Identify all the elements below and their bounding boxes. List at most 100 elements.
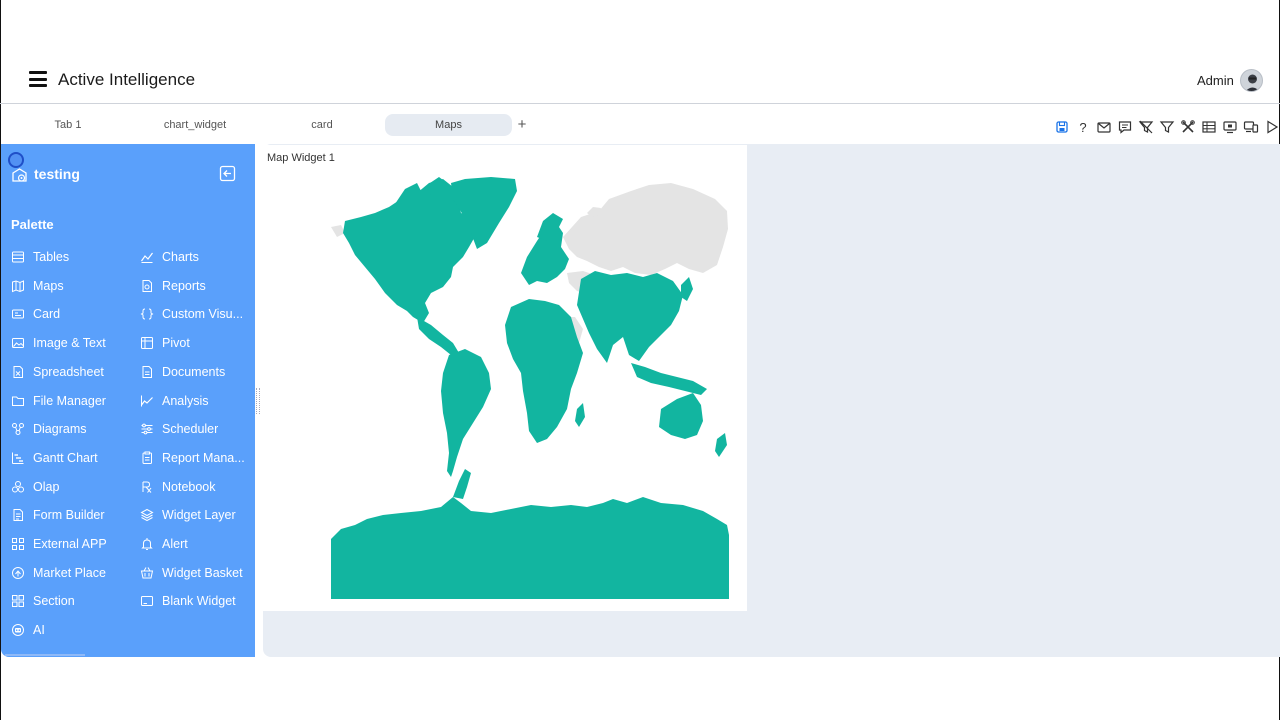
palette-item-label: Blank Widget: [162, 594, 236, 609]
spreadsheet-icon: [11, 365, 25, 379]
palette-item-label: Maps: [33, 278, 64, 293]
palette-item-tables[interactable]: Tables: [11, 247, 135, 267]
map-region-russia[interactable]: [563, 183, 728, 275]
map-region-antarctic-peninsula[interactable]: [453, 469, 471, 499]
avatar[interactable]: [1240, 69, 1263, 92]
table-icon[interactable]: [1201, 119, 1217, 135]
map-region-south-america[interactable]: [441, 349, 491, 477]
palette-item-scheduler[interactable]: Scheduler: [140, 419, 248, 439]
palette-item-label: Scheduler: [162, 422, 219, 437]
palette-item-olap[interactable]: Olap: [11, 477, 135, 497]
map-region-southeast-asia[interactable]: [631, 363, 707, 395]
collapse-sidebar-icon[interactable]: [219, 165, 236, 182]
palette-item-label: Diagrams: [33, 422, 87, 437]
sidebar-resize-handle[interactable]: [256, 388, 260, 414]
analysis-icon: [140, 394, 154, 408]
palette-item-report-mana[interactable]: Report Mana...: [140, 448, 248, 468]
palette-item-label: Spreadsheet: [33, 364, 104, 379]
chart-icon: [140, 250, 154, 264]
palette-item-ai[interactable]: AI: [11, 620, 135, 640]
save-icon[interactable]: [1054, 119, 1070, 135]
svg-text:?: ?: [1079, 120, 1086, 135]
user-name[interactable]: Admin: [1197, 73, 1234, 88]
palette-item-form-builder[interactable]: Form Builder: [11, 505, 135, 525]
add-tab-button[interactable]: +: [514, 114, 530, 136]
form-icon: [11, 508, 25, 522]
devices-icon[interactable]: [1243, 119, 1259, 135]
menu-icon[interactable]: [29, 71, 47, 87]
palette-item-custom-visu[interactable]: Custom Visu...: [140, 304, 248, 324]
tab-maps[interactable]: Maps: [385, 114, 512, 136]
palette-item-card[interactable]: Card: [11, 304, 135, 324]
palette-item-widget-layer[interactable]: Widget Layer: [140, 505, 248, 525]
sidebar-scroll-indicator: [5, 654, 85, 656]
basket-icon: [140, 566, 154, 580]
palette-item-label: Section: [33, 594, 75, 609]
tools-icon[interactable]: [1180, 119, 1196, 135]
app-title: Active Intelligence: [58, 70, 196, 89]
palette-item-file-manager[interactable]: File Manager: [11, 391, 135, 411]
palette-item-label: Image & Text: [33, 336, 106, 351]
tab-card[interactable]: card: [272, 114, 372, 136]
filter-clear-icon[interactable]: [1138, 119, 1154, 135]
palette-item-pivot[interactable]: Pivot: [140, 333, 248, 353]
palette-item-alert[interactable]: Alert: [140, 534, 248, 554]
palette-item-image-text[interactable]: Image & Text: [11, 333, 135, 353]
workspace-icon: [11, 167, 28, 184]
palette-item-label: Market Place: [33, 565, 106, 580]
mail-icon[interactable]: [1096, 119, 1112, 135]
palette-item-label: External APP: [33, 537, 107, 551]
map-region-asia[interactable]: [577, 271, 683, 363]
palette-item-spreadsheet[interactable]: Spreadsheet: [11, 362, 135, 382]
palette-item-gantt-chart[interactable]: Gantt Chart: [11, 448, 135, 468]
top-header: Active Intelligence Admin: [0, 60, 1280, 104]
map-region-west-dots[interactable]: [331, 225, 345, 237]
map-region-madagascar[interactable]: [575, 403, 585, 427]
palette-item-documents[interactable]: Documents: [140, 362, 248, 382]
palette-item-label: Widget Layer: [162, 508, 236, 523]
palette-item-section[interactable]: Section: [11, 591, 135, 611]
dashboard-toolbar: ?: [1054, 119, 1280, 135]
palette-item-widget-basket[interactable]: Widget Basket: [140, 563, 248, 583]
map-region-japan[interactable]: [681, 277, 693, 301]
notebook-icon: [140, 480, 154, 494]
help-icon[interactable]: ?: [1075, 119, 1091, 135]
palette-item-reports[interactable]: Reports: [140, 276, 248, 296]
palette-item-external-app[interactable]: External APP: [11, 534, 135, 554]
map-region-africa[interactable]: [505, 299, 583, 443]
palette-item-diagrams[interactable]: Diagrams: [11, 419, 135, 439]
map-region-australia[interactable]: [659, 393, 703, 439]
map-region-antarctica[interactable]: [331, 497, 729, 599]
tab-chart-widget[interactable]: chart_widget: [145, 114, 245, 136]
palette-item-analysis[interactable]: Analysis: [140, 391, 248, 411]
olap-icon: [11, 480, 25, 494]
palette-item-notebook[interactable]: Notebook: [140, 477, 248, 497]
map-widget[interactable]: Map Widget 1: [262, 145, 747, 611]
palette-item-blank-widget[interactable]: Blank Widget: [140, 591, 248, 611]
card-icon: [11, 307, 25, 321]
report-icon: [140, 279, 154, 293]
tab-tab-1[interactable]: Tab 1: [18, 114, 118, 136]
map-region-central-america[interactable]: [417, 317, 459, 355]
comment-icon[interactable]: [1117, 119, 1133, 135]
monitor-icon[interactable]: [1222, 119, 1238, 135]
map-region-new-zealand[interactable]: [715, 433, 727, 457]
palette-item-charts[interactable]: Charts: [140, 247, 248, 267]
map-icon: [11, 279, 25, 293]
palette-item-label: Widget Basket: [162, 565, 243, 580]
palette-item-label: Gantt Chart: [33, 450, 98, 465]
filter-icon[interactable]: [1159, 119, 1175, 135]
palette-item-maps[interactable]: Maps: [11, 276, 135, 296]
report-manager-icon: [140, 451, 154, 465]
play-icon[interactable]: [1264, 119, 1280, 135]
palette-item-label: Tables: [33, 250, 70, 264]
palette-item-label: Alert: [162, 537, 188, 551]
ai-icon: [11, 623, 25, 637]
palette-item-label: Form Builder: [33, 508, 105, 523]
palette-item-market-place[interactable]: Market Place: [11, 563, 135, 583]
world-map[interactable]: [331, 177, 729, 599]
layers-icon: [140, 508, 154, 522]
mouse-cursor: [8, 152, 24, 168]
document-icon: [140, 365, 154, 379]
workspace-name: testing: [34, 166, 80, 182]
